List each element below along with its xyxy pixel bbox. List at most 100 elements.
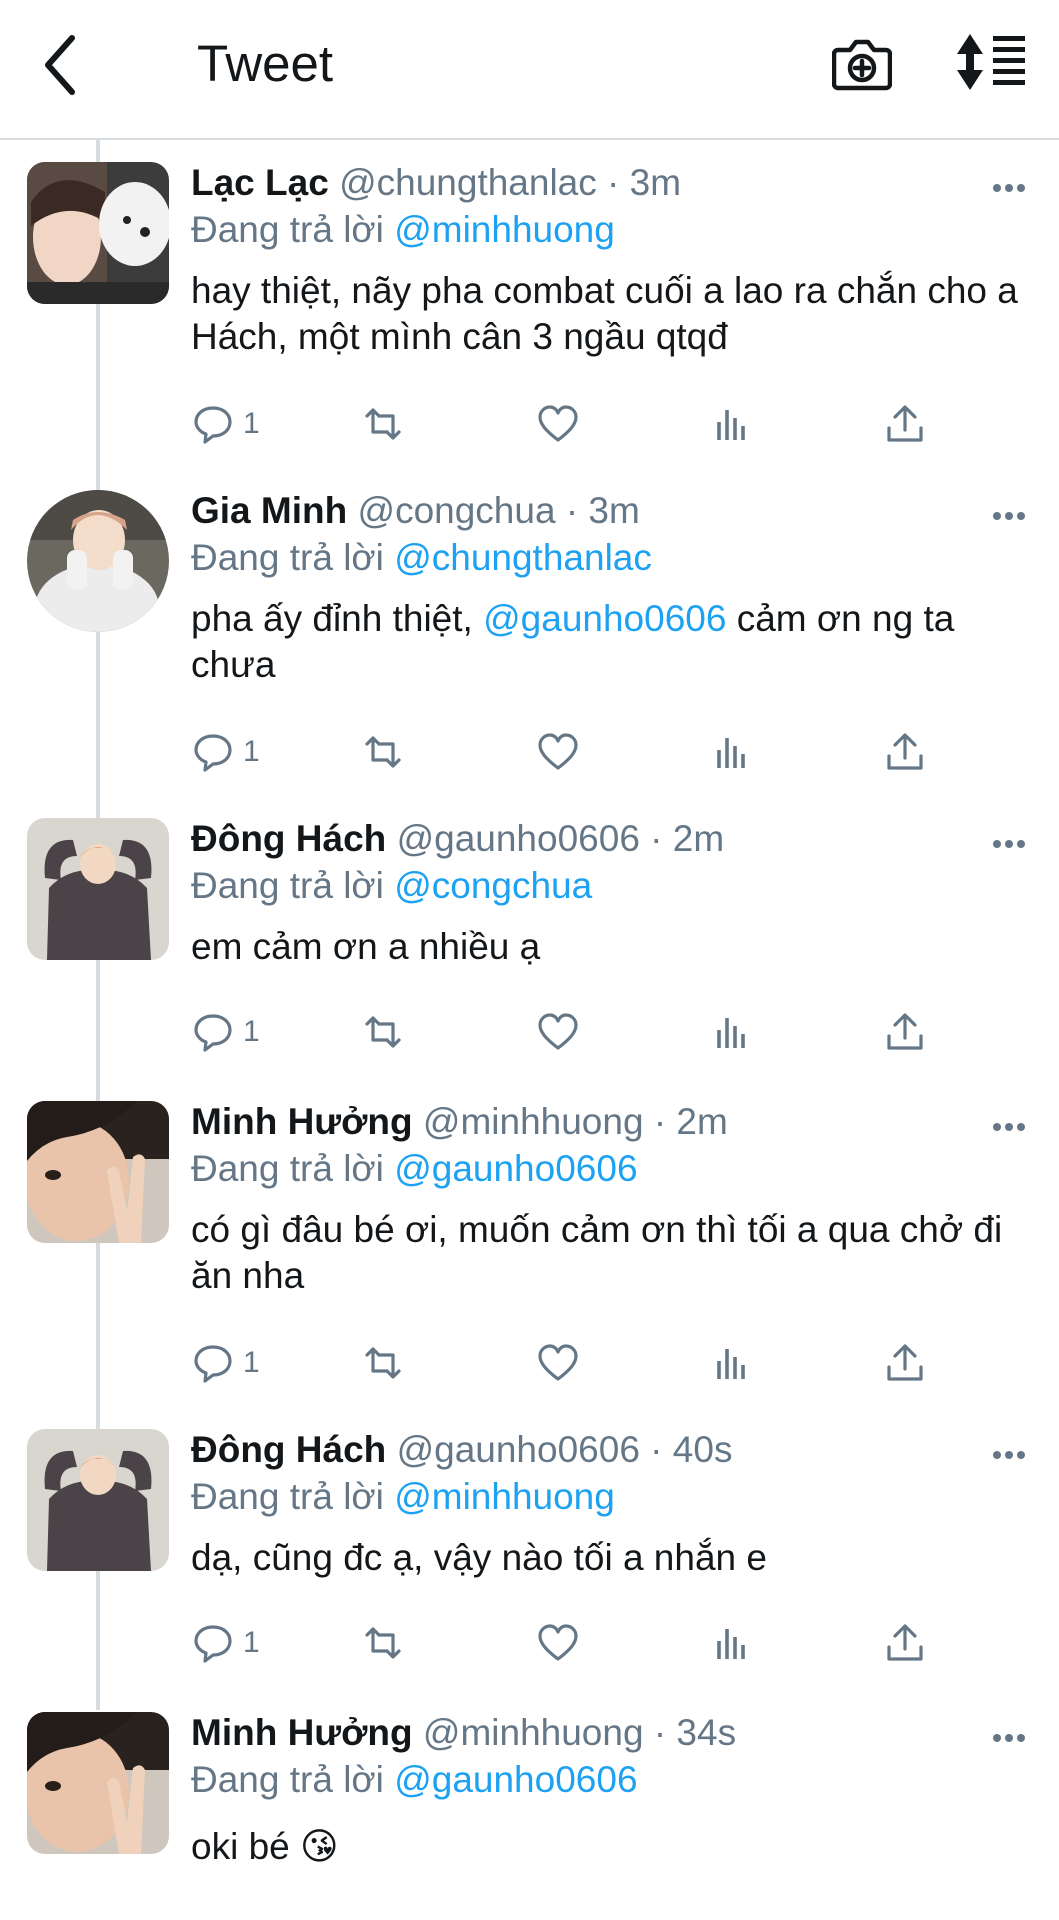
tweet[interactable]: Gia Minh @congchua · 3m Đang trả lời @ch… — [0, 468, 1059, 796]
reply-icon — [194, 734, 232, 772]
more-options-icon[interactable] — [989, 824, 1029, 864]
reply-button[interactable]: 1 — [191, 726, 260, 778]
share-button[interactable] — [883, 1337, 927, 1389]
timestamp: · 3m — [596, 162, 682, 203]
tweet[interactable]: Lạc Lạc @chungthanlac · 3m Đang trả lời … — [0, 140, 1059, 468]
analytics-button[interactable] — [709, 1337, 753, 1389]
timestamp: · 2m — [643, 1101, 728, 1142]
timestamp: · 40s — [639, 1429, 733, 1470]
like-button[interactable] — [536, 1006, 580, 1058]
handle[interactable]: @congchua — [358, 490, 556, 531]
reply-button[interactable]: 1 — [191, 1337, 260, 1389]
analytics-button[interactable] — [709, 1617, 753, 1669]
handle[interactable]: @gaunho0606 — [397, 1429, 640, 1470]
retweet-button[interactable] — [361, 398, 405, 450]
tweet-text-part: có gì đâu bé ơi, muốn cảm ơn thì tối a q… — [191, 1209, 1003, 1296]
handle[interactable]: @gaunho0606 — [397, 818, 640, 859]
tweet-text-part: oki bé 😘 — [191, 1826, 339, 1867]
tweet[interactable]: Đông Hách @gaunho0606 · 2m Đang trả lời … — [0, 796, 1059, 1079]
reply-icon — [194, 406, 232, 444]
retweet-button[interactable] — [361, 1337, 405, 1389]
display-name[interactable]: Đông Hách — [191, 1429, 386, 1470]
mention-link[interactable]: @gaunho0606 — [394, 1759, 637, 1800]
more-options-icon[interactable] — [989, 496, 1029, 536]
share-button[interactable] — [883, 398, 927, 450]
retweet-button[interactable] — [361, 1006, 405, 1058]
more-options-icon[interactable] — [989, 1107, 1029, 1147]
camera-add-icon[interactable] — [831, 32, 893, 94]
share-button[interactable] — [883, 1006, 927, 1058]
handle[interactable]: @minhhuong — [423, 1712, 644, 1753]
mention-link[interactable]: @minhhuong — [394, 1476, 615, 1517]
display-name[interactable]: Minh Hưởng — [191, 1712, 413, 1753]
like-button[interactable] — [536, 1617, 580, 1669]
tweet-text: pha ấy đỉnh thiệt, @gaunho0606 cảm ơn ng… — [191, 596, 1029, 688]
avatar[interactable] — [27, 162, 169, 304]
avatar[interactable] — [27, 1712, 169, 1854]
tweet-text-part: hay thiệt, nãy pha combat cuối a lao ra … — [191, 270, 1018, 357]
reply-button[interactable]: 1 — [191, 398, 260, 450]
retweet-icon — [365, 1627, 401, 1659]
sort-replies-icon[interactable] — [955, 32, 1027, 92]
reply-button[interactable]: 1 — [191, 1617, 260, 1669]
like-button[interactable] — [536, 726, 580, 778]
tweet-text: oki bé 😘 — [191, 1824, 1029, 1870]
tweet-text: dạ, cũng đc ạ, vậy nào tối a nhắn e — [191, 1535, 1029, 1581]
analytics-icon — [717, 1349, 745, 1379]
tweet-actions: 1 — [191, 398, 951, 450]
back-arrow-icon[interactable] — [40, 30, 90, 100]
analytics-icon — [717, 738, 745, 768]
replying-to-label: Đang trả lời — [191, 1476, 395, 1517]
analytics-button[interactable] — [709, 726, 753, 778]
display-name[interactable]: Đông Hách — [191, 818, 386, 859]
tweet[interactable]: Đông Hách @gaunho0606 · 40s Đang trả lời… — [0, 1407, 1059, 1690]
analytics-button[interactable] — [709, 1006, 753, 1058]
handle[interactable]: @chungthanlac — [339, 162, 597, 203]
tweet-actions: 1 — [191, 1337, 951, 1389]
avatar[interactable] — [27, 490, 169, 632]
analytics-button[interactable] — [709, 398, 753, 450]
retweet-icon — [365, 736, 401, 768]
display-name[interactable]: Gia Minh — [191, 490, 347, 531]
tweet[interactable]: Minh Hưởng @minhhuong · 34s Đang trả lời… — [0, 1690, 1059, 1920]
more-options-icon[interactable] — [989, 168, 1029, 208]
mention-link[interactable]: @chungthanlac — [394, 537, 652, 578]
mention-link[interactable]: @congchua — [394, 865, 592, 906]
tweet[interactable]: Minh Hưởng @minhhuong · 2m Đang trả lời … — [0, 1079, 1059, 1407]
like-button[interactable] — [536, 398, 580, 450]
more-options-icon[interactable] — [989, 1435, 1029, 1475]
tweet-text: em cảm ơn a nhiều ạ — [191, 924, 1029, 970]
analytics-icon — [717, 410, 745, 440]
mention-link[interactable]: @minhhuong — [394, 209, 615, 250]
handle[interactable]: @minhhuong — [423, 1101, 644, 1142]
tweet-text-part: pha ấy đỉnh thiệt, — [191, 598, 484, 639]
more-options-icon[interactable] — [989, 1718, 1029, 1758]
tweet-actions: 1 — [191, 726, 951, 778]
reply-count: 1 — [243, 407, 260, 440]
mention-link[interactable]: @gaunho0606 — [394, 1148, 637, 1189]
share-button[interactable] — [883, 1617, 927, 1669]
analytics-icon — [717, 1018, 745, 1048]
like-button[interactable] — [536, 1337, 580, 1389]
avatar[interactable] — [27, 1429, 169, 1571]
tweet-text: có gì đâu bé ơi, muốn cảm ơn thì tối a q… — [191, 1207, 1029, 1299]
timestamp: · 34s — [643, 1712, 737, 1753]
retweet-icon — [365, 408, 401, 440]
share-button[interactable] — [883, 726, 927, 778]
display-name[interactable]: Lạc Lạc — [191, 162, 329, 203]
retweet-button[interactable] — [361, 1617, 405, 1669]
share-icon — [887, 1013, 923, 1050]
replying-to-label: Đang trả lời — [191, 1148, 395, 1189]
retweet-button[interactable] — [361, 726, 405, 778]
mention-link[interactable]: @gaunho0606 — [483, 598, 726, 639]
reply-thread: Lạc Lạc @chungthanlac · 3m Đang trả lời … — [0, 140, 1059, 1920]
reply-count: 1 — [243, 1346, 260, 1379]
reply-count: 1 — [243, 1626, 260, 1659]
reply-button[interactable]: 1 — [191, 1006, 260, 1058]
retweet-icon — [365, 1347, 401, 1379]
timestamp: · 2m — [639, 818, 725, 859]
display-name[interactable]: Minh Hưởng — [191, 1101, 413, 1142]
avatar[interactable] — [27, 1101, 169, 1243]
avatar[interactable] — [27, 818, 169, 960]
replying-to-label: Đang trả lời — [191, 209, 395, 250]
